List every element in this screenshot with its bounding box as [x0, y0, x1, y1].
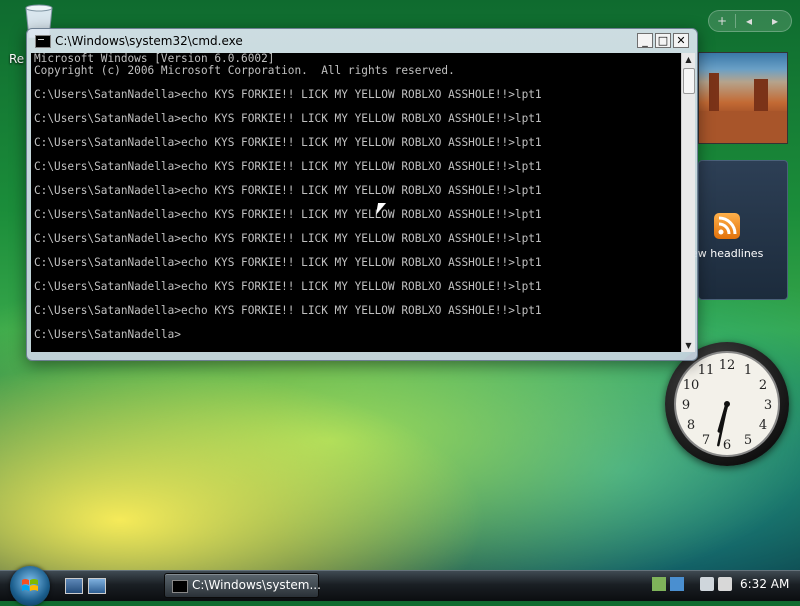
windows-start-icon — [22, 579, 38, 591]
clock-center — [724, 401, 730, 407]
cmd-window[interactable]: C:\Windows\system32\cmd.exe _ □ ✕ Micros… — [26, 28, 698, 361]
system-tray: 6:32 AM — [640, 573, 800, 600]
taskbar-cmd-button[interactable]: C:\Windows\system... — [164, 573, 321, 598]
window-titlebar[interactable]: C:\Windows\system32\cmd.exe _ □ ✕ — [27, 29, 697, 53]
slideshow-photo-mesa — [754, 79, 768, 113]
network-disconnected-icon[interactable] — [700, 577, 714, 591]
recycle-bin-label: Re — [9, 52, 25, 66]
console-text: Microsoft Windows [Version 6.0.6002] Copy… — [34, 53, 542, 341]
window-title: C:\Windows\system32\cmd.exe — [55, 34, 243, 48]
slideshow-photo-mesa — [699, 111, 787, 143]
next-gadget-page-button[interactable]: ▸ — [762, 11, 788, 31]
svg-text:11: 11 — [698, 363, 715, 378]
feed-headlines-gadget[interactable]: ew headlines — [691, 160, 788, 300]
sidebar-controls: + ◂ ▸ — [708, 10, 792, 32]
scroll-up-icon[interactable]: ▲ — [682, 53, 695, 66]
cmd-icon — [35, 35, 51, 48]
console-line: C:\Users\SatanNadella>echo KYS FORKIE!! … — [34, 232, 542, 245]
svg-text:2: 2 — [759, 378, 767, 393]
console-line: C:\Users\SatanNadella> — [34, 328, 181, 341]
svg-text:3: 3 — [764, 398, 772, 413]
console-line: C:\Users\SatanNadella>echo KYS FORKIE!! … — [34, 136, 542, 149]
add-gadget-button[interactable]: + — [709, 11, 735, 31]
cmd-icon — [172, 580, 188, 593]
svg-text:7: 7 — [702, 433, 710, 448]
console-line: C:\Users\SatanNadella>echo KYS FORKIE!! … — [34, 208, 542, 221]
start-button[interactable] — [10, 566, 50, 606]
svg-text:5: 5 — [744, 433, 752, 448]
volume-icon[interactable] — [718, 577, 732, 591]
svg-text:6: 6 — [723, 438, 731, 453]
feed-headlines-label: ew headlines — [691, 247, 764, 260]
console-line: C:\Users\SatanNadella>echo KYS FORKIE!! … — [34, 112, 542, 125]
maximize-button[interactable]: □ — [655, 33, 671, 48]
switch-windows-icon[interactable] — [88, 578, 106, 594]
console-line: C:\Users\SatanNadella>echo KYS FORKIE!! … — [34, 184, 542, 197]
rss-icon — [714, 213, 740, 239]
svg-text:8: 8 — [687, 418, 695, 433]
console-line: C:\Users\SatanNadella>echo KYS FORKIE!! … — [34, 280, 542, 293]
close-button[interactable]: ✕ — [673, 33, 689, 48]
scrollbar-thumb[interactable] — [683, 68, 695, 94]
minimize-button[interactable]: _ — [637, 33, 653, 48]
console-line: C:\Users\SatanNadella>echo KYS FORKIE!! … — [34, 304, 542, 317]
scroll-down-icon[interactable]: ▼ — [682, 339, 695, 352]
svg-text:4: 4 — [759, 418, 767, 433]
svg-text:10: 10 — [683, 378, 700, 393]
security-center-icon[interactable] — [652, 577, 666, 591]
slideshow-gadget[interactable] — [698, 52, 788, 144]
console-line: C:\Users\SatanNadella>echo KYS FORKIE!! … — [34, 88, 542, 101]
console-line: C:\Users\SatanNadella>echo KYS FORKIE!! … — [34, 256, 542, 269]
svg-text:12: 12 — [719, 358, 736, 373]
vertical-scrollbar[interactable]: ▲ ▼ — [681, 53, 695, 352]
console-output[interactable]: Microsoft Windows [Version 6.0.6002] Copy… — [31, 53, 681, 352]
console-line: C:\Users\SatanNadella>echo KYS FORKIE!! … — [34, 160, 542, 173]
svg-text:9: 9 — [682, 398, 690, 413]
slideshow-photo-mesa — [709, 73, 719, 113]
previous-gadget-page-button[interactable]: ◂ — [736, 11, 762, 31]
taskbar-cmd-label: C:\Windows\system... — [192, 578, 321, 592]
console-line: Copyright (c) 2006 Microsoft Corporation… — [34, 64, 455, 77]
network-icon[interactable] — [670, 577, 684, 591]
svg-text:1: 1 — [744, 363, 752, 378]
show-desktop-icon[interactable] — [65, 578, 83, 594]
taskbar-clock[interactable]: 6:32 AM — [740, 577, 789, 591]
